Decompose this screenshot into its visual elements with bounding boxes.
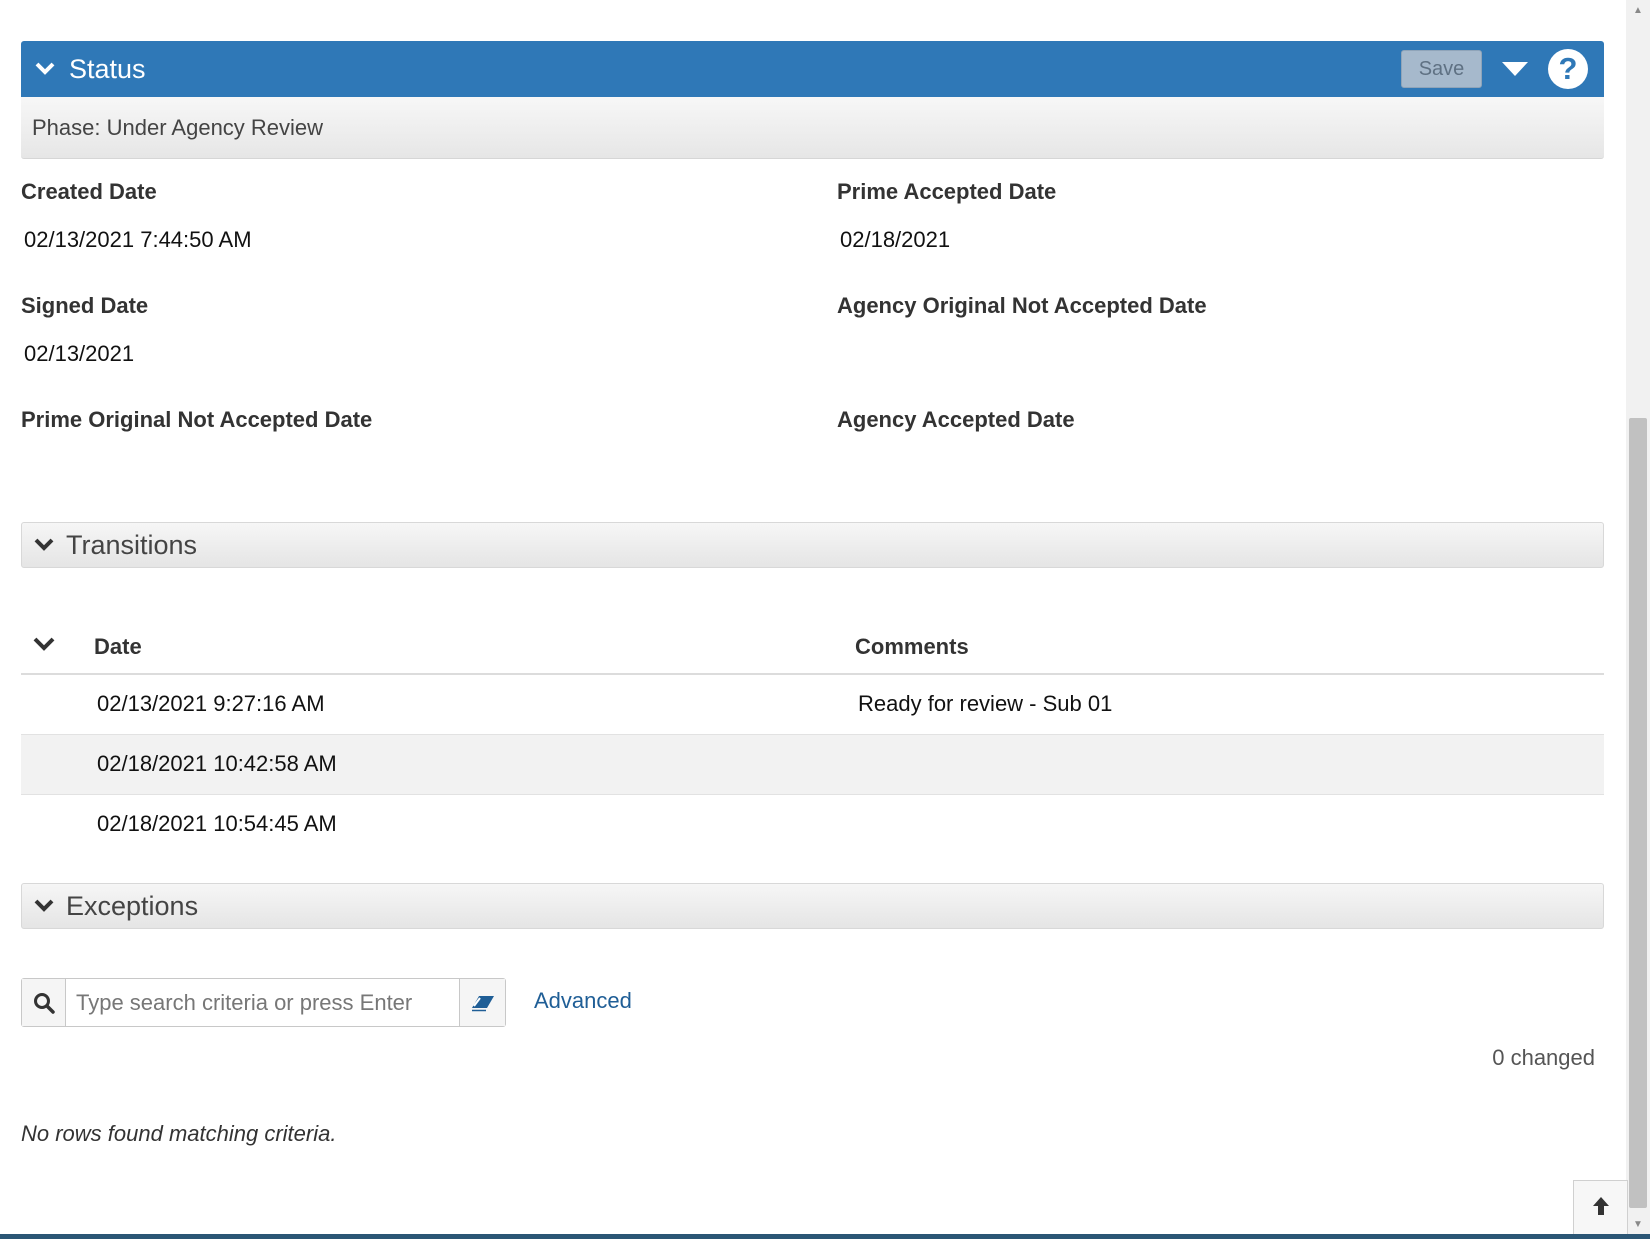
prime-accepted-date-value: 02/18/2021	[840, 227, 951, 252]
table-header: Date Comments	[21, 622, 1604, 675]
agency-original-not-accepted-date-field: Agency Original Not Accepted Date	[837, 293, 1207, 341]
prime-accepted-date-label: Prime Accepted Date	[837, 179, 1057, 204]
changed-count: 0 changed	[1492, 1045, 1595, 1070]
arrow-up-icon	[1591, 1195, 1611, 1222]
exceptions-search	[21, 978, 506, 1027]
signed-date-field: Signed Date 02/13/2021	[21, 293, 148, 367]
scroll-up-arrow-icon[interactable]: ▲	[1626, 0, 1650, 20]
empty-message: No rows found matching criteria.	[21, 1121, 337, 1146]
search-input[interactable]	[66, 979, 459, 1026]
help-icon[interactable]: ?	[1548, 49, 1588, 89]
prime-original-not-accepted-date-label: Prime Original Not Accepted Date	[21, 407, 373, 432]
row-date: 02/13/2021 9:27:16 AM	[97, 691, 325, 716]
table-row[interactable]: 02/13/2021 9:27:16 AM Ready for review -…	[21, 675, 1604, 735]
table-row[interactable]: 02/18/2021 10:42:58 AM	[21, 735, 1604, 795]
table-row[interactable]: 02/18/2021 10:54:45 AM	[21, 795, 1604, 855]
dropdown-caret-icon[interactable]	[1500, 59, 1530, 79]
created-date-field: Created Date 02/13/2021 7:44:50 AM	[21, 179, 252, 253]
transitions-title: Transitions	[66, 529, 198, 560]
prime-original-not-accepted-date-field: Prime Original Not Accepted Date	[21, 407, 372, 455]
column-header-date[interactable]: Date	[94, 634, 142, 660]
vertical-scrollbar[interactable]: ▲ ▼	[1626, 0, 1650, 1234]
agency-accepted-date-field: Agency Accepted Date	[837, 407, 1075, 455]
row-comments: Ready for review - Sub 01	[858, 691, 1113, 716]
agency-original-not-accepted-date-label: Agency Original Not Accepted Date	[837, 293, 1207, 318]
chevron-down-icon[interactable]	[22, 899, 66, 913]
bottom-border	[0, 1234, 1650, 1239]
exceptions-title: Exceptions	[66, 890, 199, 921]
prime-accepted-date-field: Prime Accepted Date 02/18/2021	[837, 179, 1056, 253]
signed-date-label: Signed Date	[21, 293, 149, 318]
status-panel-header[interactable]: Status Save ?	[21, 41, 1604, 97]
eraser-icon[interactable]	[459, 979, 505, 1026]
scroll-down-arrow-icon[interactable]: ▼	[1626, 1214, 1650, 1234]
status-panel-title: Status	[69, 53, 146, 84]
search-icon[interactable]	[22, 979, 66, 1026]
phase-indicator: Phase: Under Agency Review	[21, 97, 1604, 159]
expand-all-chevron-icon[interactable]	[33, 636, 55, 657]
save-button[interactable]: Save	[1401, 50, 1482, 88]
agency-accepted-date-label: Agency Accepted Date	[837, 407, 1075, 432]
chevron-down-icon[interactable]	[21, 62, 69, 76]
column-header-comments[interactable]: Comments	[855, 634, 969, 660]
signed-date-value: 02/13/2021	[24, 341, 135, 366]
row-date: 02/18/2021 10:42:58 AM	[97, 751, 337, 776]
row-date: 02/18/2021 10:54:45 AM	[97, 811, 337, 836]
created-date-value: 02/13/2021 7:44:50 AM	[24, 227, 252, 252]
created-date-label: Created Date	[21, 179, 157, 204]
transitions-section-header[interactable]: Transitions	[21, 522, 1604, 568]
chevron-down-icon[interactable]	[22, 538, 66, 552]
scrollbar-thumb[interactable]	[1629, 418, 1647, 1208]
scroll-to-top-button[interactable]	[1573, 1180, 1628, 1236]
advanced-search-link[interactable]: Advanced	[534, 988, 632, 1014]
transitions-table: Date Comments 02/13/2021 9:27:16 AM Read…	[21, 622, 1604, 855]
status-panel-actions: Save ?	[1401, 41, 1588, 97]
exceptions-section-header[interactable]: Exceptions	[21, 883, 1604, 929]
